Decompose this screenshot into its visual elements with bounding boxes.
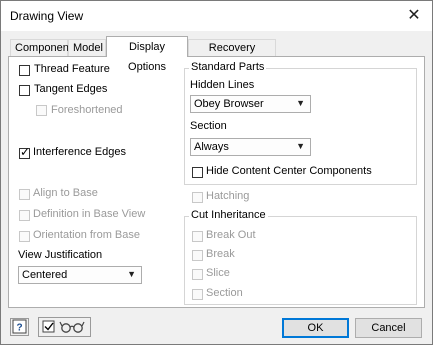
orientation-from-base-checkbox[interactable] xyxy=(19,231,30,242)
tab-display-options[interactable]: Display Options xyxy=(106,36,188,73)
view-justification-value: Centered xyxy=(22,269,68,281)
drawing-view-dialog: Drawing View ✕ Component Model Display O… xyxy=(0,0,433,345)
hatching-checkbox[interactable] xyxy=(192,192,203,203)
break-label: Break xyxy=(206,248,235,260)
tab-model[interactable]: Model xyxy=(68,39,106,56)
preview-button[interactable] xyxy=(38,317,91,337)
break-out-label: Break Out xyxy=(206,229,256,241)
align-to-base-label: Align to Base xyxy=(33,187,98,199)
foreshortened-label: Foreshortened xyxy=(51,104,123,116)
tab-recovery-options[interactable]: Recovery Options xyxy=(188,39,276,71)
section-value: Always xyxy=(194,141,229,153)
align-to-base-checkbox[interactable] xyxy=(19,189,30,200)
chevron-down-icon: ▼ xyxy=(127,269,136,279)
chevron-down-icon: ▼ xyxy=(296,98,305,108)
hidden-lines-select[interactable]: Obey Browser ▼ xyxy=(190,95,311,113)
slice-label: Slice xyxy=(206,267,230,279)
interference-edges-label: Interference Edges xyxy=(33,146,126,158)
svg-text:?: ? xyxy=(16,323,22,334)
ok-button[interactable]: OK xyxy=(282,318,349,338)
hide-content-center-checkbox[interactable] xyxy=(192,167,203,178)
title-bar: Drawing View ✕ xyxy=(1,1,432,31)
checkmark-icon: ✓ xyxy=(20,145,31,159)
view-justification-select[interactable]: Centered ▼ xyxy=(18,266,142,284)
section-cut-checkbox[interactable] xyxy=(192,289,203,300)
section-cut-label: Section xyxy=(206,287,243,299)
standard-parts-title: Standard Parts xyxy=(189,61,267,73)
thread-feature-checkbox[interactable] xyxy=(19,65,30,76)
definition-in-base-view-label: Definition in Base View xyxy=(33,208,146,220)
hatching-label: Hatching xyxy=(206,190,250,202)
help-button[interactable]: ? xyxy=(10,318,29,336)
foreshortened-checkbox[interactable] xyxy=(36,105,47,116)
tab-model-label: Model xyxy=(73,42,103,54)
glasses-icon xyxy=(42,320,85,333)
hidden-lines-value: Obey Browser xyxy=(194,98,264,110)
section-label: Section xyxy=(190,120,227,132)
thread-feature-label: Thread Feature xyxy=(34,63,110,75)
section-select[interactable]: Always ▼ xyxy=(190,138,311,156)
break-out-checkbox[interactable] xyxy=(192,231,203,242)
interference-edges-checkbox[interactable]: ✓ xyxy=(19,145,31,159)
chevron-down-icon: ▼ xyxy=(296,141,305,151)
orientation-from-base-label: Orientation from Base xyxy=(33,229,140,241)
tab-display-options-label: Display Options xyxy=(128,41,166,73)
help-icon: ? xyxy=(12,319,27,334)
display-options-panel: Thread Feature Tangent Edges Foreshorten… xyxy=(8,56,425,308)
dialog-title: Drawing View xyxy=(10,9,84,23)
hidden-lines-label: Hidden Lines xyxy=(190,79,255,91)
tangent-edges-checkbox[interactable] xyxy=(19,85,30,96)
tangent-edges-label: Tangent Edges xyxy=(34,83,108,95)
view-justification-label: View Justification xyxy=(18,249,103,261)
close-icon[interactable]: ✕ xyxy=(402,5,426,27)
cut-inheritance-title: Cut Inheritance xyxy=(189,209,268,221)
hide-content-center-label: Hide Content Center Components xyxy=(206,165,372,177)
cancel-button[interactable]: Cancel xyxy=(355,318,422,338)
slice-checkbox[interactable] xyxy=(192,269,203,280)
definition-in-base-view-checkbox[interactable] xyxy=(19,210,30,221)
tab-component[interactable]: Component xyxy=(10,39,72,56)
tab-component-label: Component xyxy=(15,42,72,54)
break-checkbox[interactable] xyxy=(192,250,203,261)
